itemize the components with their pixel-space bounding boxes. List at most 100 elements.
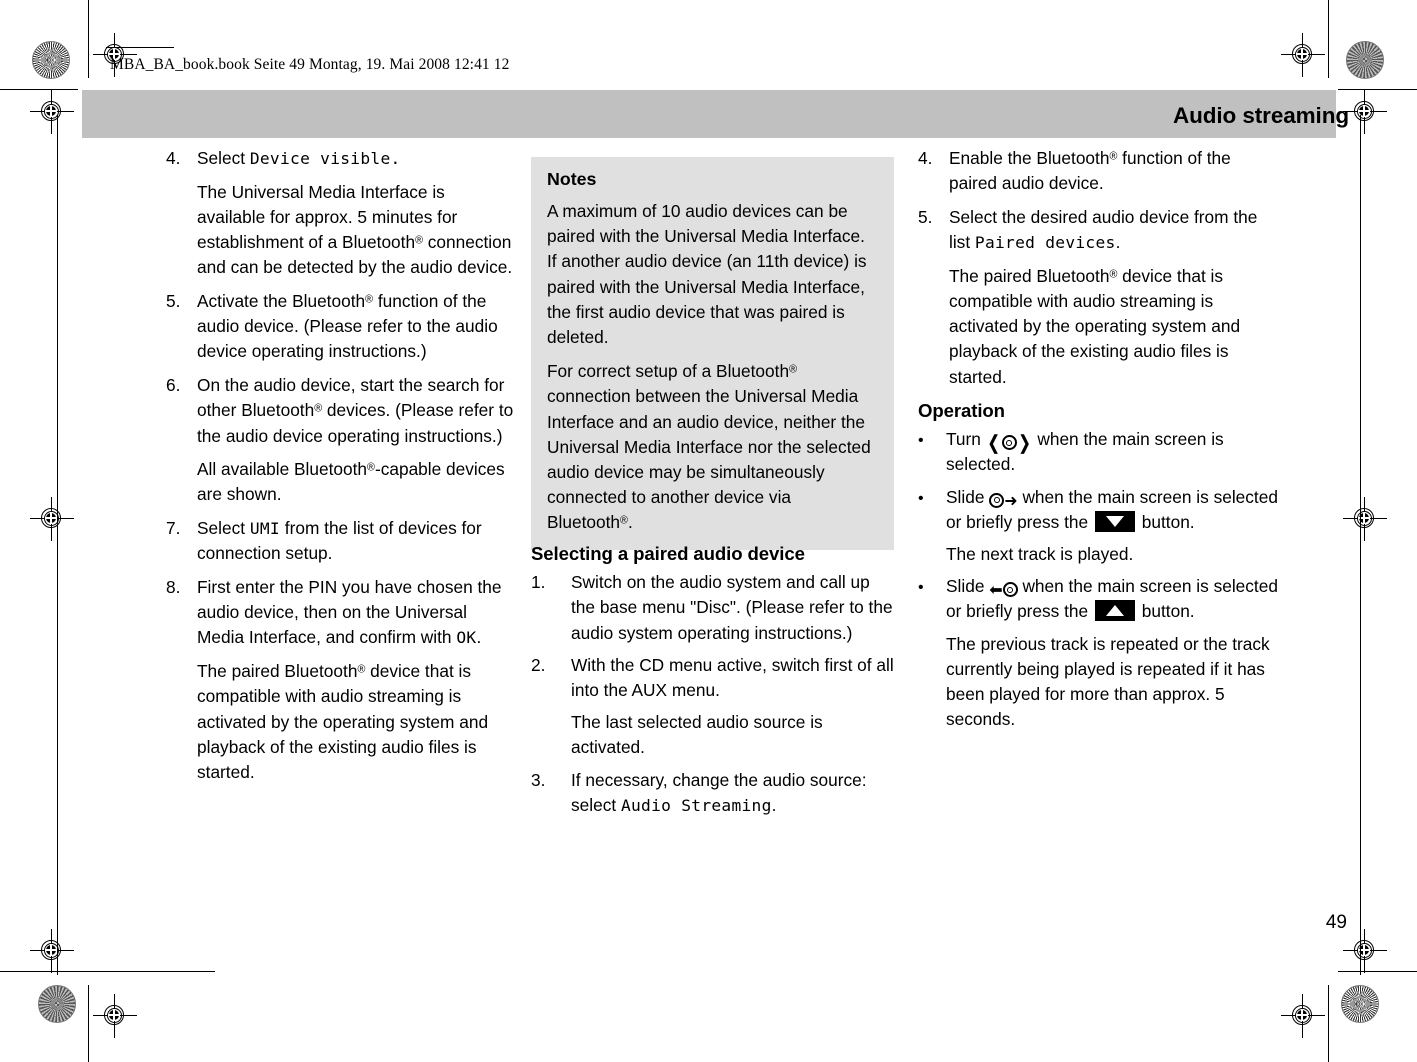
up-arrow-button-icon[interactable]	[1094, 600, 1135, 622]
list-item-text: With the CD menu active, switch first of…	[571, 654, 894, 701]
list-item-text: Select Device visible.	[197, 146, 516, 171]
list-item-prefix: Select	[197, 518, 250, 539]
ui-string: UMI	[249, 519, 280, 539]
list-item: 1. Switch on the audio system and call u…	[531, 570, 894, 646]
registration-target-left-middle	[30, 497, 74, 541]
registration-target-header-left	[30, 90, 74, 134]
registered-mark: ®	[1109, 150, 1118, 163]
registration-target-right-middle	[1343, 497, 1387, 541]
notes-callout-box: Notes A maximum of 10 audio devices can …	[531, 157, 894, 550]
list-item: 4. Enable the Bluetooth® function of the…	[918, 146, 1278, 196]
list-marker: 3.	[531, 769, 546, 790]
trim-line-left-top	[0, 89, 78, 90]
registration-starburst-bottom-left	[38, 985, 76, 1023]
header-band	[82, 90, 1336, 138]
list-item: 2. With the CD menu active, switch first…	[531, 653, 894, 761]
list-item-suffix: .	[476, 627, 482, 648]
action-verb: Slide	[946, 486, 990, 507]
slide-left-controller-icon: ⬅	[989, 582, 1018, 599]
list-item-suffix: .	[771, 794, 777, 815]
slide-right-controller-icon: ➜	[989, 492, 1018, 509]
ui-string: Device visible.	[249, 149, 401, 168]
action-description-end: button.	[1136, 601, 1195, 622]
registered-mark: ®	[620, 514, 628, 527]
section-heading: Selecting a paired audio device	[531, 543, 805, 564]
trim-line-body-right	[1360, 115, 1361, 975]
trim-line-top-vertical-left	[88, 0, 89, 78]
list-item-note: The paired Bluetooth® device that is com…	[197, 661, 489, 782]
registered-mark: ®	[365, 293, 374, 306]
list-item: 4. Select Device visible. The Universal …	[166, 146, 516, 281]
document-page: MBA_BA_book.book Seite 49 Montag, 19. Ma…	[0, 0, 1417, 1062]
registered-mark: ®	[357, 663, 366, 676]
list-marker: 2.	[531, 654, 546, 675]
list-marker: 7.	[166, 518, 181, 539]
trim-line-body-left	[57, 115, 58, 975]
registration-target-footer-left	[30, 929, 74, 973]
registration-starburst-bottom-right	[1341, 985, 1379, 1023]
action-verb: Slide	[946, 576, 990, 597]
list-item: 3. If necessary, change the audio source…	[531, 768, 894, 818]
list-marker: 4.	[166, 148, 181, 168]
trim-line-left-bottom	[0, 971, 215, 972]
notes-paragraph: For correct setup of a Bluetooth® connec…	[547, 361, 871, 533]
list-item-text: Slide ⬅ when the main screen is selected…	[946, 574, 1280, 624]
section-heading: Operation	[918, 400, 1005, 421]
list-item-suffix: .	[1115, 232, 1121, 253]
list-item: 5. Activate the Bluetooth® function of t…	[166, 289, 516, 365]
list-item-note: The next track is played.	[946, 544, 1134, 565]
list-marker: 5.	[166, 291, 181, 312]
turn-controller-icon: ❬ ❭	[985, 433, 1033, 455]
list-item-note: The Universal Media Interface is availab…	[197, 181, 513, 278]
registration-target-bottom-right	[1281, 994, 1325, 1038]
registered-mark: ®	[415, 234, 423, 247]
list-item: 7. Select UMI from the list of devices f…	[166, 516, 516, 566]
registered-mark: ®	[789, 363, 797, 376]
list-item: • Slide ⬅ when the main screen is select…	[918, 574, 1280, 732]
list-marker: 6.	[166, 375, 181, 396]
ui-string: OK	[456, 628, 477, 648]
column-left: 4. Select Device visible. The Universal …	[166, 146, 516, 785]
list-item-text: First enter the PIN you have chosen the …	[197, 575, 516, 651]
ui-string: Paired devices	[974, 233, 1116, 253]
column-right: 4. Enable the Bluetooth® function of the…	[918, 146, 1278, 390]
list-item-text: Enable the Bluetooth® function of the pa…	[949, 148, 1231, 194]
registration-starburst-top-left	[32, 41, 70, 79]
list-marker: 4.	[918, 148, 933, 168]
trim-line-stamp-underline	[106, 47, 174, 48]
list-marker: 1.	[531, 572, 546, 593]
notes-title: Notes	[547, 169, 597, 189]
list-marker: 8.	[166, 577, 181, 598]
action-description-end: button.	[1136, 511, 1195, 532]
list-item-note: The previous track is repeated or the tr…	[946, 633, 1270, 730]
list-item-note: The last selected audio source is activa…	[571, 712, 823, 758]
list-item-note: The paired Bluetooth® device that is com…	[949, 265, 1241, 387]
bullet-marker: •	[918, 489, 924, 507]
registration-target-top-right	[1281, 33, 1325, 77]
ui-string: Audio Streaming	[620, 795, 772, 815]
list-item-text: On the audio device, start the search fo…	[197, 375, 514, 446]
trim-line-right-bottom	[1338, 971, 1417, 972]
list-item-text: Select UMI from the list of devices for …	[197, 516, 516, 566]
list-item-text: Turn ❬ ❭ when the main screen is selected…	[946, 427, 1280, 477]
trim-line-bottom-vertical-right	[1328, 985, 1329, 1062]
list-item: • Turn ❬ ❭ when the main screen is select…	[918, 427, 1280, 477]
registration-target-header-right	[1343, 90, 1387, 134]
list-item-note: All available Bluetooth®-capable devices…	[197, 459, 505, 505]
list-item: 6. On the audio device, start the search…	[166, 373, 516, 508]
operation-section: Operation • Turn ❬ ❭ when the main screen…	[918, 398, 1280, 732]
registered-mark: ®	[367, 461, 375, 474]
list-item: 5. Select the desired audio device from …	[918, 205, 1278, 390]
registered-mark: ®	[314, 402, 323, 415]
registration-target-bottom-left	[93, 994, 137, 1038]
file-stamp: MBA_BA_book.book Seite 49 Montag, 19. Ma…	[110, 56, 510, 73]
list-item-text: Select the desired audio device from the…	[949, 205, 1278, 255]
bullet-marker: •	[918, 579, 924, 597]
down-arrow-button-icon[interactable]	[1094, 510, 1135, 532]
registration-starburst-top-right	[1346, 41, 1384, 79]
trim-line-right-top	[1338, 89, 1417, 90]
page-title: Audio streaming	[1172, 103, 1349, 128]
list-item-lead: Select	[197, 148, 250, 168]
notes-paragraph: A maximum of 10 audio devices can be pai…	[547, 201, 867, 348]
registered-mark: ®	[1109, 268, 1118, 281]
